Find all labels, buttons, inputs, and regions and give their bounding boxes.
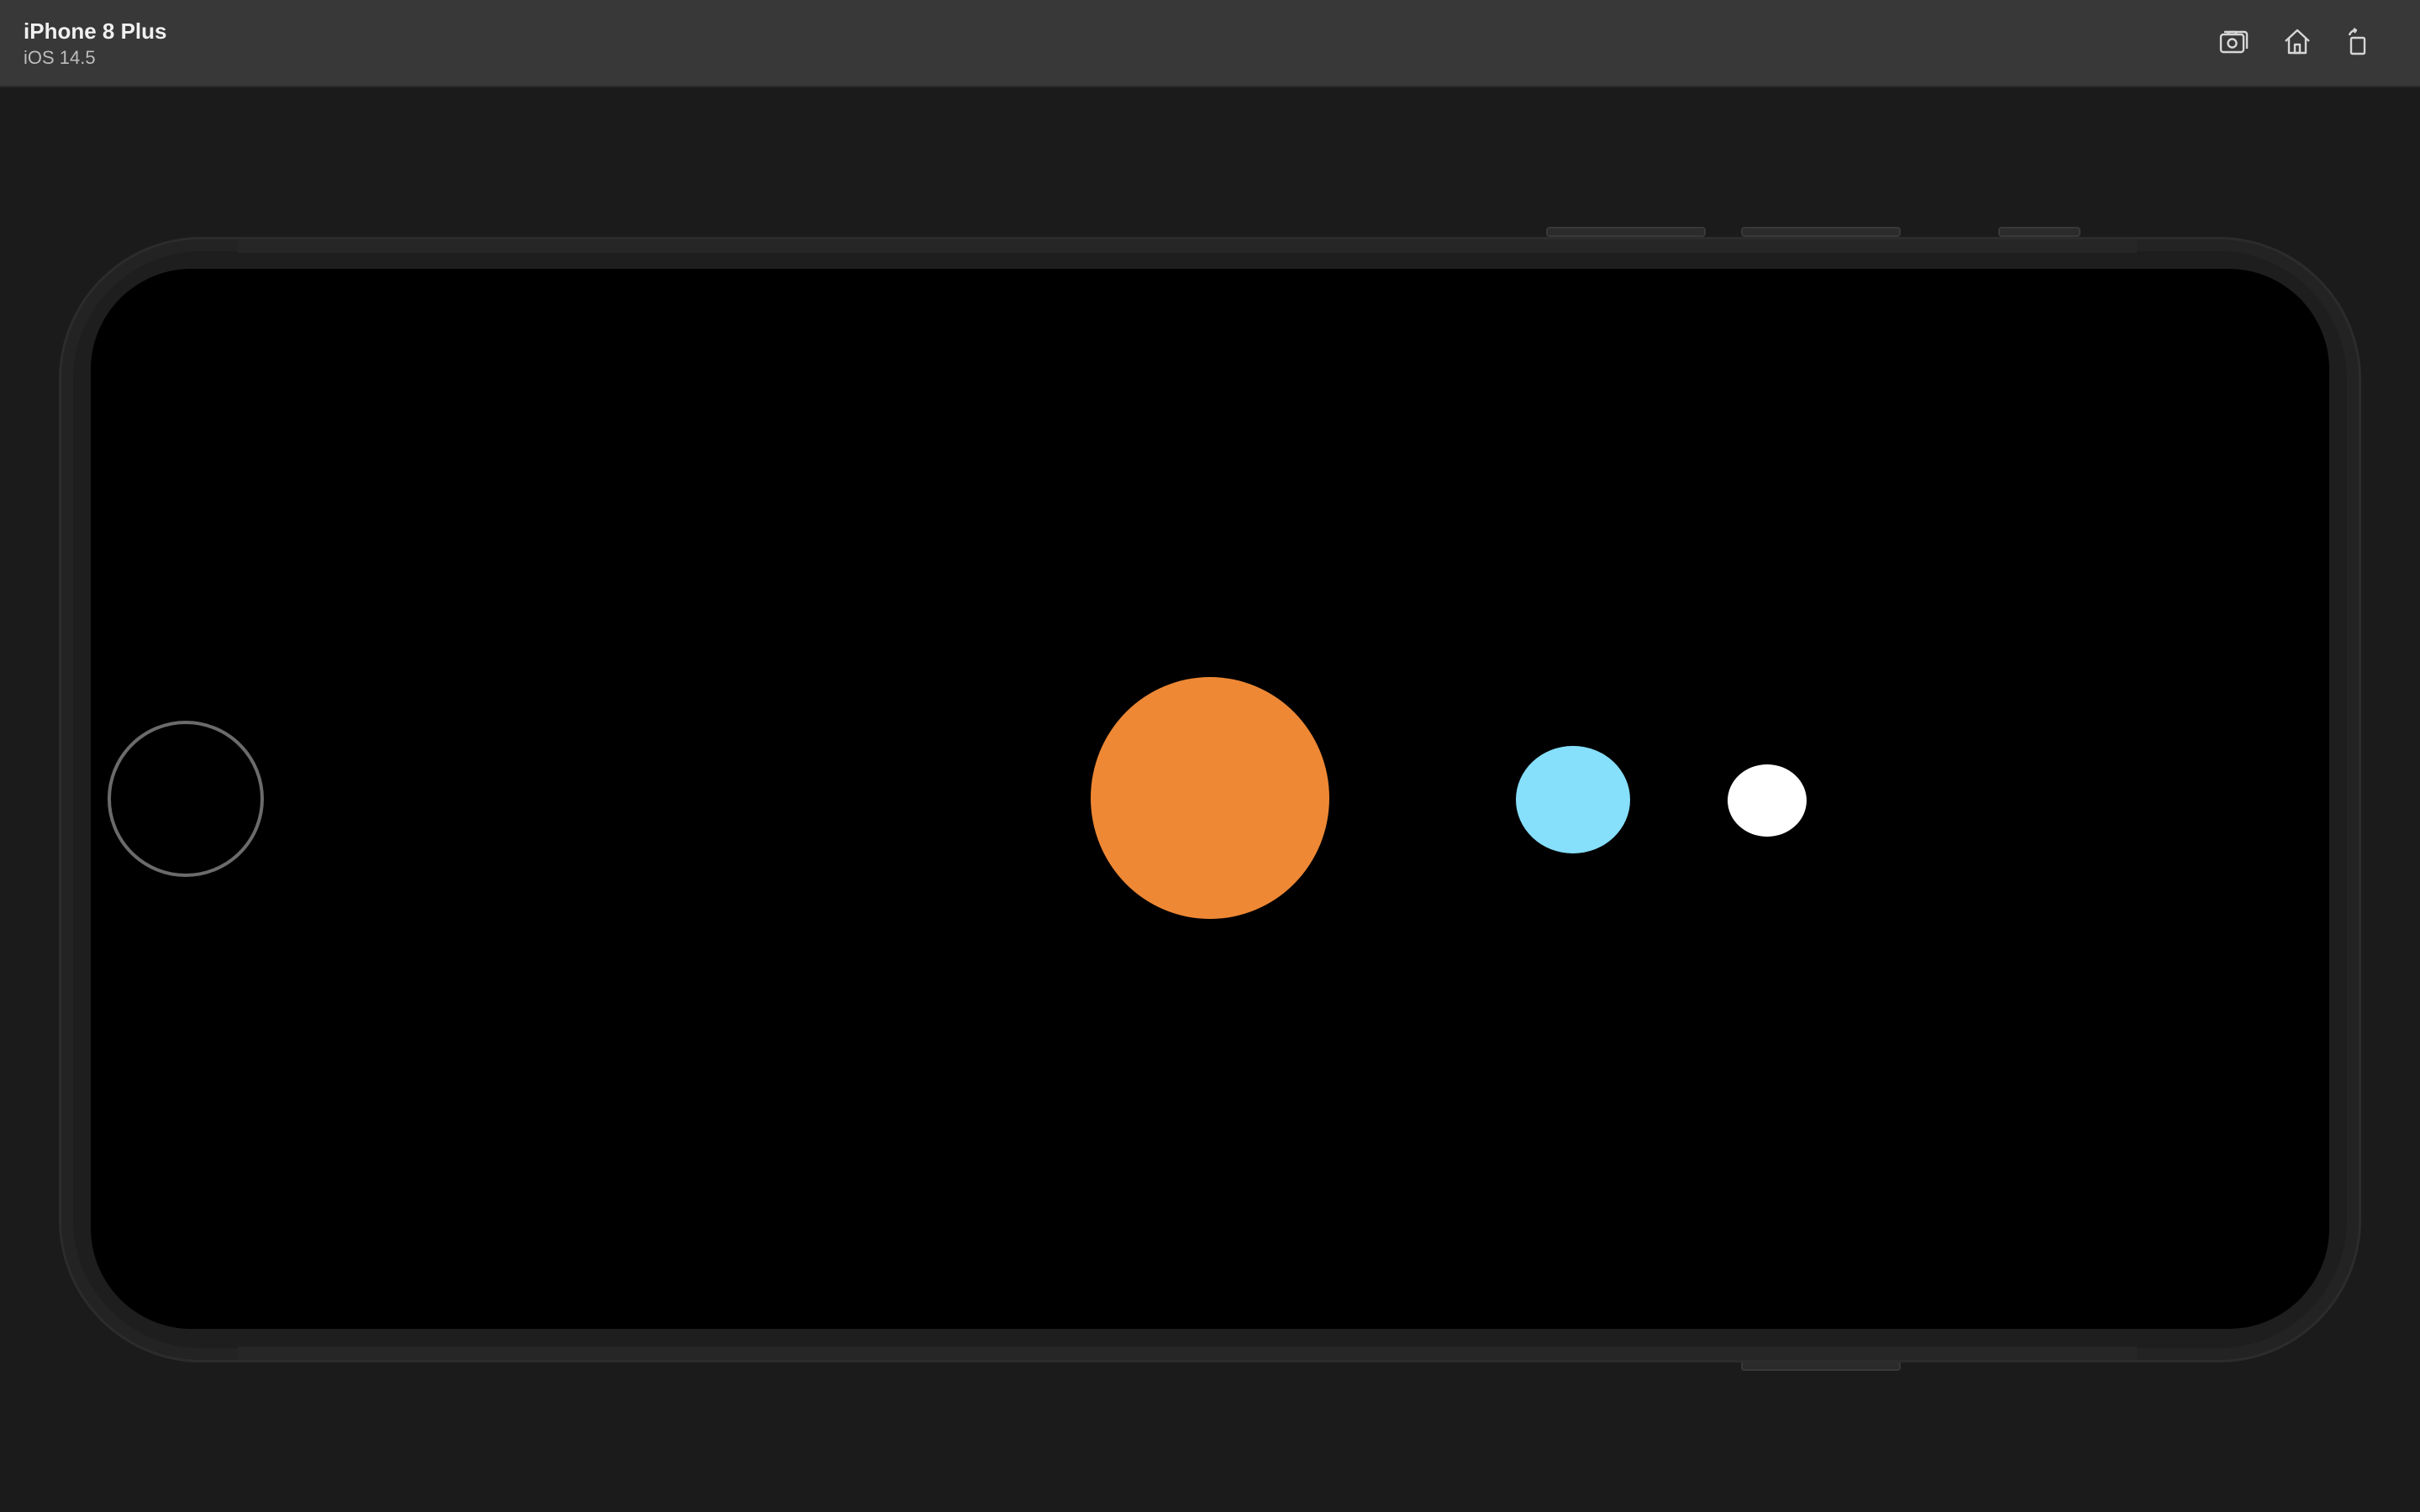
top-antenna-band (238, 239, 2137, 253)
device-name: iPhone 8 Plus (24, 18, 167, 44)
light-blue-circle (1516, 746, 1630, 853)
device-screen[interactable] (91, 269, 2329, 1329)
screenshot-button[interactable] (2215, 25, 2252, 62)
device-home-button[interactable] (108, 721, 264, 877)
white-circle (1728, 764, 1807, 837)
simulator-titlebar: iPhone 8 Plus iOS 14.5 (0, 0, 2420, 87)
home-button-toolbar[interactable] (2279, 25, 2316, 62)
rotate-button[interactable] (2339, 25, 2376, 62)
volume-up-side-button (1546, 227, 1706, 237)
home-icon (2281, 25, 2314, 63)
bottom-antenna-band (238, 1347, 2137, 1360)
volume-down-side-button (1741, 227, 1901, 237)
rotate-icon (2341, 25, 2375, 63)
screenshot-icon (2217, 25, 2250, 63)
os-version: iOS 14.5 (24, 47, 96, 68)
orange-circle (1091, 677, 1329, 919)
mute-switch (1998, 227, 2081, 237)
